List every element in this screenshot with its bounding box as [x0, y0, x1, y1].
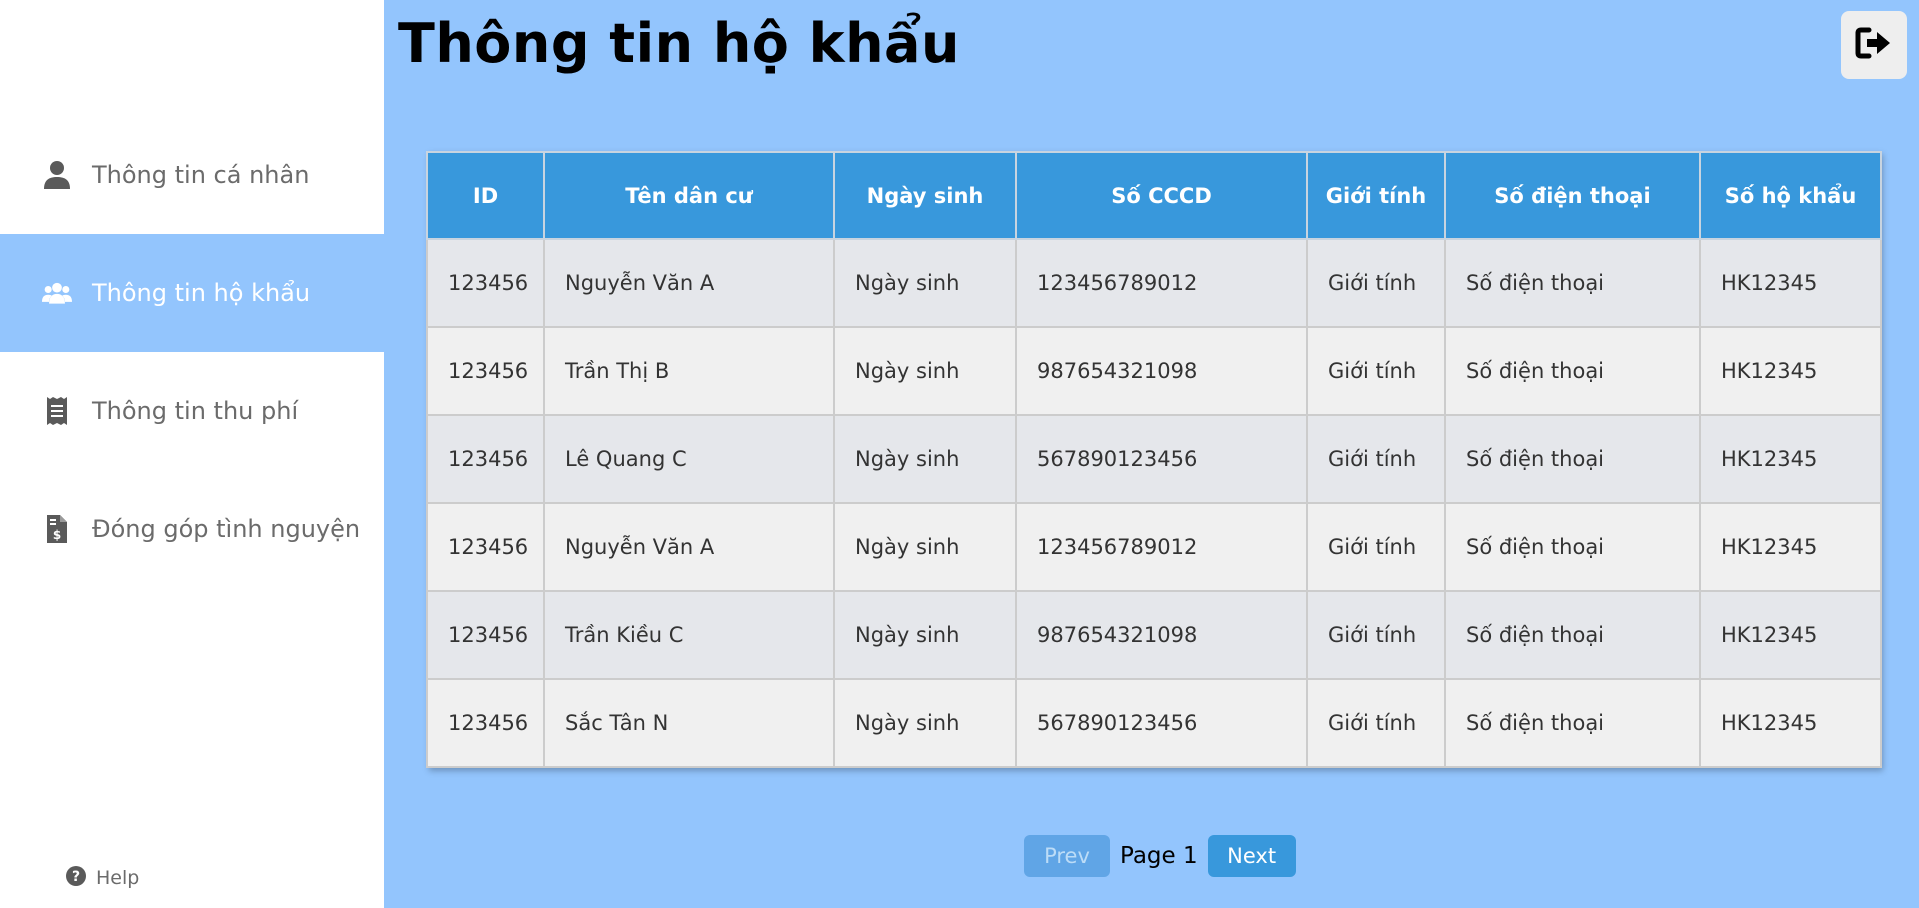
- household-table-container: ID Tên dân cư Ngày sinh Số CCCD Giới tín…: [426, 151, 1882, 768]
- table-cell: Số điện thoại: [1444, 414, 1701, 504]
- table-cell: Ngày sinh: [833, 238, 1017, 328]
- sidebar-item-label: Thông tin thu phí: [92, 397, 299, 425]
- table-cell: 123456: [426, 502, 545, 592]
- sidebar-item-household-info[interactable]: Thông tin hộ khẩu: [0, 234, 384, 352]
- table-cell: Ngày sinh: [833, 678, 1017, 768]
- table-cell: Giới tính: [1306, 414, 1446, 504]
- user-icon: [42, 160, 72, 190]
- table-header-row: ID Tên dân cư Ngày sinh Số CCCD Giới tín…: [426, 151, 1882, 240]
- column-header[interactable]: Tên dân cư: [543, 151, 835, 240]
- table-cell: 987654321098: [1015, 590, 1308, 680]
- table-cell: Ngày sinh: [833, 414, 1017, 504]
- pagination: Prev Page 1 Next: [1024, 835, 1296, 877]
- sidebar-item-volunteer-contribution[interactable]: $ Đóng góp tình nguyện: [0, 470, 384, 588]
- table-cell: 123456: [426, 238, 545, 328]
- table-cell: HK12345: [1699, 414, 1882, 504]
- table-cell: Giới tính: [1306, 326, 1446, 416]
- sidebar-item-label: Thông tin cá nhân: [92, 161, 310, 189]
- file-invoice-dollar-icon: $: [42, 514, 72, 544]
- household-table: ID Tên dân cư Ngày sinh Số CCCD Giới tín…: [426, 151, 1882, 768]
- sidebar: Thông tin cá nhân Thông tin hộ khẩu Thôn…: [0, 0, 384, 908]
- table-cell: Số điện thoại: [1444, 678, 1701, 768]
- table-row[interactable]: 123456 Lê Quang C Ngày sinh 567890123456…: [426, 414, 1882, 504]
- table-row[interactable]: 123456 Nguyễn Văn A Ngày sinh 1234567890…: [426, 502, 1882, 592]
- svg-text:$: $: [53, 528, 61, 542]
- page-title: Thông tin hộ khẩu: [398, 12, 960, 75]
- table-cell: Số điện thoại: [1444, 326, 1701, 416]
- column-header[interactable]: ID: [426, 151, 545, 240]
- table-cell: Lê Quang C: [543, 414, 835, 504]
- table-cell: 123456: [426, 590, 545, 680]
- next-button[interactable]: Next: [1207, 835, 1296, 877]
- table-row[interactable]: 123456 Sắc Tân N Ngày sinh 567890123456 …: [426, 678, 1882, 768]
- sign-out-icon: [1855, 27, 1893, 63]
- table-cell: 123456: [426, 678, 545, 768]
- column-header[interactable]: Số điện thoại: [1444, 151, 1701, 240]
- table-cell: Giới tính: [1306, 238, 1446, 328]
- table-cell: Nguyễn Văn A: [543, 238, 835, 328]
- table-cell: 123456789012: [1015, 502, 1308, 592]
- users-icon: [42, 278, 72, 308]
- table-cell: Số điện thoại: [1444, 590, 1701, 680]
- table-cell: Ngày sinh: [833, 502, 1017, 592]
- table-cell: HK12345: [1699, 326, 1882, 416]
- table-cell: Giới tính: [1306, 590, 1446, 680]
- sidebar-item-label: Đóng góp tình nguyện: [92, 515, 361, 543]
- table-row[interactable]: 123456 Nguyễn Văn A Ngày sinh 1234567890…: [426, 238, 1882, 328]
- table-cell: HK12345: [1699, 238, 1882, 328]
- table-cell: HK12345: [1699, 502, 1882, 592]
- table-row[interactable]: 123456 Trần Thị B Ngày sinh 987654321098…: [426, 326, 1882, 416]
- column-header[interactable]: Số CCCD: [1015, 151, 1308, 240]
- sidebar-item-personal-info[interactable]: Thông tin cá nhân: [0, 116, 384, 234]
- sidebar-item-label: Thông tin hộ khẩu: [92, 279, 311, 307]
- table-cell: 123456: [426, 414, 545, 504]
- receipt-icon: [42, 396, 72, 426]
- logout-button[interactable]: [1841, 11, 1907, 79]
- column-header[interactable]: Số hộ khẩu: [1699, 151, 1882, 240]
- table-cell: 987654321098: [1015, 326, 1308, 416]
- table-cell: Trần Kiều C: [543, 590, 835, 680]
- table-cell: Giới tính: [1306, 678, 1446, 768]
- table-cell: Số điện thoại: [1444, 238, 1701, 328]
- table-cell: Giới tính: [1306, 502, 1446, 592]
- sidebar-nav: Thông tin cá nhân Thông tin hộ khẩu Thôn…: [0, 116, 384, 588]
- column-header[interactable]: Ngày sinh: [833, 151, 1017, 240]
- table-cell: Trần Thị B: [543, 326, 835, 416]
- column-header[interactable]: Giới tính: [1306, 151, 1446, 240]
- sidebar-item-fee-info[interactable]: Thông tin thu phí: [0, 352, 384, 470]
- table-cell: Ngày sinh: [833, 326, 1017, 416]
- help-link[interactable]: ? Help: [66, 866, 139, 890]
- help-label: Help: [96, 867, 140, 889]
- table-cell: 567890123456: [1015, 678, 1308, 768]
- table-cell: 123456789012: [1015, 238, 1308, 328]
- table-cell: Nguyễn Văn A: [543, 502, 835, 592]
- page-indicator: Page 1: [1120, 843, 1198, 869]
- table-cell: 123456: [426, 326, 545, 416]
- table-cell: Số điện thoại: [1444, 502, 1701, 592]
- table-cell: HK12345: [1699, 590, 1882, 680]
- table-cell: Sắc Tân N: [543, 678, 835, 768]
- table-cell: HK12345: [1699, 678, 1882, 768]
- main-content: Thông tin hộ khẩu ID Tên dân cư Ngày sin…: [384, 0, 1919, 908]
- svg-text:?: ?: [72, 869, 80, 885]
- table-cell: Ngày sinh: [833, 590, 1017, 680]
- prev-button[interactable]: Prev: [1024, 835, 1110, 877]
- table-row[interactable]: 123456 Trần Kiều C Ngày sinh 98765432109…: [426, 590, 1882, 680]
- table-cell: 567890123456: [1015, 414, 1308, 504]
- question-circle-icon: ?: [66, 866, 86, 890]
